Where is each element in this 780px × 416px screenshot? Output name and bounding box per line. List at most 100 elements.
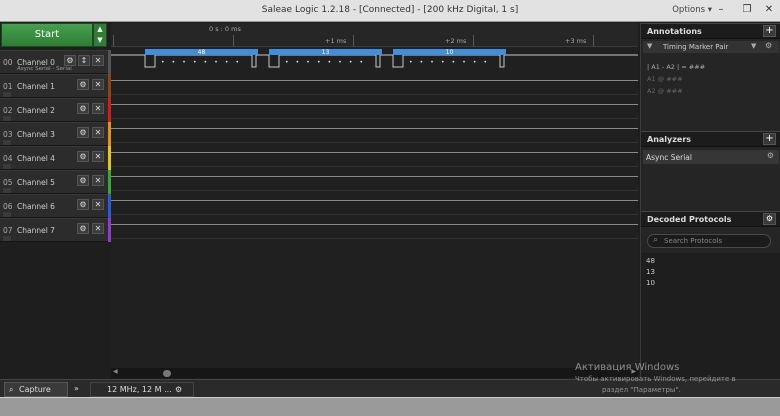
channel-row-7[interactable]: 07 Channel 7 ⚙ ✕ <box>0 218 108 242</box>
search-protocols-input[interactable] <box>664 236 764 246</box>
windows-activation-watermark: Активация Windows Чтобы активировать Win… <box>575 362 736 394</box>
session-tab[interactable]: 12 MHz, 12 M ... ⚙ <box>90 382 194 397</box>
decoded-item[interactable]: 10 <box>646 279 655 287</box>
decoded-item[interactable]: 13 <box>646 268 655 276</box>
channel-row-5[interactable]: 05 Channel 5 ⚙ ✕ <box>0 170 108 194</box>
decoded-protocols-header: Decoded Protocols ⚙ <box>641 211 780 227</box>
window-title: Saleae Logic 1.2.18 - [Connected] - [200… <box>261 5 519 15</box>
ruler-origin: 0 s : 0 ms <box>209 25 241 33</box>
status-bar <box>0 397 780 416</box>
channel-close-icon[interactable]: ✕ <box>92 103 104 114</box>
title-bar: Saleae Logic 1.2.18 - [Connected] - [200… <box>0 0 780 22</box>
a1-a2-delta: | A1 - A2 | = ### <box>647 63 706 71</box>
decoded-frame-bits: • • • • • • • • <box>285 59 366 66</box>
add-analyzer-button[interactable]: + <box>763 133 776 145</box>
channel-gear-icon[interactable]: ⚙ <box>77 79 89 90</box>
add-annotation-button[interactable]: + <box>763 25 776 37</box>
channel-number: 07 <box>3 226 13 235</box>
channel-analyzer-label: Async Serial - Serial <box>17 66 72 72</box>
channel-gear-icon[interactable]: ⚙ <box>77 223 89 234</box>
decoded-protocols-gear-icon[interactable]: ⚙ <box>763 213 776 225</box>
scroll-left-icon[interactable]: ◀ <box>113 368 118 375</box>
channel-gear-icon[interactable]: ⚙ <box>77 199 89 210</box>
channel-close-icon[interactable]: ✕ <box>92 151 104 162</box>
channel-lane-5 <box>111 167 638 191</box>
channel-close-icon[interactable]: ✕ <box>92 79 104 90</box>
timing-marker-pair-row[interactable]: ▼ Timing Marker Pair ▼ ⚙ <box>643 41 779 53</box>
marker-options-icon[interactable]: ▼ <box>751 42 756 50</box>
channel-lane-7 <box>111 215 638 239</box>
restore-button[interactable]: ❐ <box>738 2 756 18</box>
expand-tabs-button[interactable]: » <box>74 382 79 397</box>
waveform-area[interactable]: 0 s : 0 ms +1 ms +2 ms +3 ms 48 • • • • •… <box>111 23 638 368</box>
a1-value: A1 @ ### <box>647 75 683 83</box>
channel-gear-icon[interactable]: ⚙ <box>77 127 89 138</box>
annotations-header: Annotations + <box>641 23 780 39</box>
right-panel: Annotations + ▼ Timing Marker Pair ▼ ⚙ |… <box>640 23 780 377</box>
trigger-edge-icon[interactable]: ↕ <box>78 55 90 66</box>
channel-row-4[interactable]: 04 Channel 4 ⚙ ✕ <box>0 146 108 170</box>
channel-name[interactable]: Channel 6 <box>17 202 55 211</box>
decoded-frame-bits: • • • • • • • • <box>161 59 242 66</box>
options-menu[interactable]: Options ▾ <box>672 5 712 15</box>
channel-row-2[interactable]: 02 Channel 2 ⚙ ✕ <box>0 98 108 122</box>
channel-row-0[interactable]: 00 Channel 0 Async Serial - Serial ⚙ ↕ ✕ <box>0 50 108 74</box>
channel-name[interactable]: Channel 1 <box>17 82 55 91</box>
channel-number: 03 <box>3 130 13 139</box>
minimize-button[interactable]: – <box>712 2 730 18</box>
drag-handle[interactable] <box>3 140 11 145</box>
channel-row-6[interactable]: 06 Channel 6 ⚙ ✕ <box>0 194 108 218</box>
analyzers-header: Analyzers + <box>641 131 780 147</box>
close-window-button[interactable]: ✕ <box>760 2 778 18</box>
ruler-label-1ms: +1 ms <box>325 37 347 45</box>
channel-number: 06 <box>3 202 13 211</box>
start-button[interactable]: Start <box>1 23 93 47</box>
drag-handle[interactable] <box>3 236 11 241</box>
horizontal-scrollbar[interactable]: ◀ ▶ <box>111 368 638 378</box>
analyzer-gear-icon[interactable]: ⚙ <box>767 151 774 160</box>
channel-number: 02 <box>3 106 13 115</box>
drag-handle[interactable] <box>3 212 11 217</box>
a2-value: A2 @ ### <box>647 87 683 95</box>
drag-handle[interactable] <box>3 164 11 169</box>
drag-handle[interactable] <box>3 116 11 121</box>
marker-settings-gear-icon[interactable]: ⚙ <box>765 41 772 50</box>
channel-name[interactable]: Channel 4 <box>17 154 55 163</box>
decoded-frame-label: 13 <box>322 49 330 56</box>
channel-gear-icon[interactable]: ⚙ <box>77 175 89 186</box>
decoded-item[interactable]: 48 <box>646 257 655 265</box>
ruler-label-2ms: +2 ms <box>445 37 467 45</box>
channel-close-icon[interactable]: ✕ <box>92 127 104 138</box>
channel-close-icon[interactable]: ✕ <box>92 199 104 210</box>
channel-name[interactable]: Channel 7 <box>17 226 55 235</box>
up-arrow-icon: ▲ <box>97 25 103 33</box>
start-options[interactable]: ▲ ▼ <box>93 23 107 47</box>
channel-gear-icon[interactable]: ⚙ <box>64 55 76 66</box>
drag-handle[interactable] <box>3 92 11 97</box>
channel-close-icon[interactable]: ✕ <box>92 175 104 186</box>
channel-number: 04 <box>3 154 13 163</box>
channel-close-icon[interactable]: ✕ <box>92 223 104 234</box>
drag-handle[interactable] <box>3 188 11 193</box>
channel-name[interactable]: Channel 2 <box>17 106 55 115</box>
search-icon: ⌕ <box>653 235 659 245</box>
channel-close-icon[interactable]: ✕ <box>92 55 104 66</box>
channel-lane-2 <box>111 95 638 119</box>
time-ruler[interactable]: 0 s : 0 ms +1 ms +2 ms +3 ms <box>111 23 638 47</box>
channel-lane-3 <box>111 119 638 143</box>
channel-row-1[interactable]: 01 Channel 1 ⚙ ✕ <box>0 74 108 98</box>
channel-row-3[interactable]: 03 Channel 3 ⚙ ✕ <box>0 122 108 146</box>
capture-search-icon: ⌕ <box>9 385 14 394</box>
channel-gear-icon[interactable]: ⚙ <box>77 103 89 114</box>
analyzer-async-serial[interactable]: Async Serial ⚙ <box>643 150 779 164</box>
channel-gear-icon[interactable]: ⚙ <box>77 151 89 162</box>
channel-lane-6 <box>111 191 638 215</box>
decoded-frame-label: 10 <box>446 49 454 56</box>
channel-name[interactable]: Channel 5 <box>17 178 55 187</box>
search-protocols[interactable]: ⌕ <box>647 234 771 248</box>
scroll-thumb[interactable] <box>163 370 171 377</box>
capture-tab[interactable]: ⌕ Capture <box>4 382 68 397</box>
session-gear-icon[interactable]: ⚙ <box>175 383 182 397</box>
channel-name[interactable]: Channel 3 <box>17 130 55 139</box>
channel-0-waveform: 48 • • • • • • • • 13 • • • • • • • • 10 • • … <box>111 49 638 68</box>
